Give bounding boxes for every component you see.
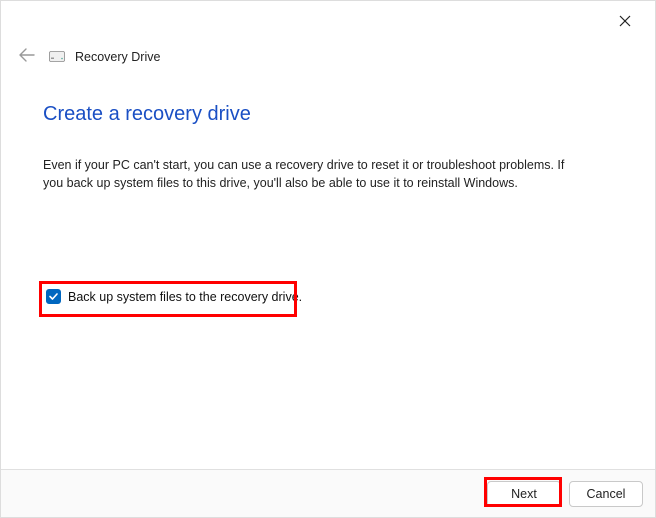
close-button[interactable] bbox=[613, 9, 637, 33]
next-button[interactable]: Next bbox=[487, 481, 561, 507]
checkmark-icon bbox=[48, 291, 59, 302]
backup-checkbox[interactable] bbox=[46, 289, 61, 304]
titlebar bbox=[1, 1, 655, 37]
page-heading: Create a recovery drive bbox=[43, 103, 613, 126]
content-area: Create a recovery drive Even if your PC … bbox=[1, 69, 655, 192]
back-button[interactable] bbox=[15, 46, 39, 69]
backup-checkbox-row: Back up system files to the recovery dri… bbox=[46, 289, 302, 304]
header-title: Recovery Drive bbox=[75, 50, 160, 64]
close-icon bbox=[619, 15, 631, 27]
header-row: Recovery Drive bbox=[1, 37, 655, 69]
cancel-button[interactable]: Cancel bbox=[569, 481, 643, 507]
page-description: Even if your PC can't start, you can use… bbox=[43, 156, 583, 192]
backup-checkbox-label[interactable]: Back up system files to the recovery dri… bbox=[68, 290, 302, 304]
footer: Next Cancel bbox=[1, 469, 655, 517]
drive-icon bbox=[49, 51, 65, 63]
back-arrow-icon bbox=[19, 48, 35, 62]
